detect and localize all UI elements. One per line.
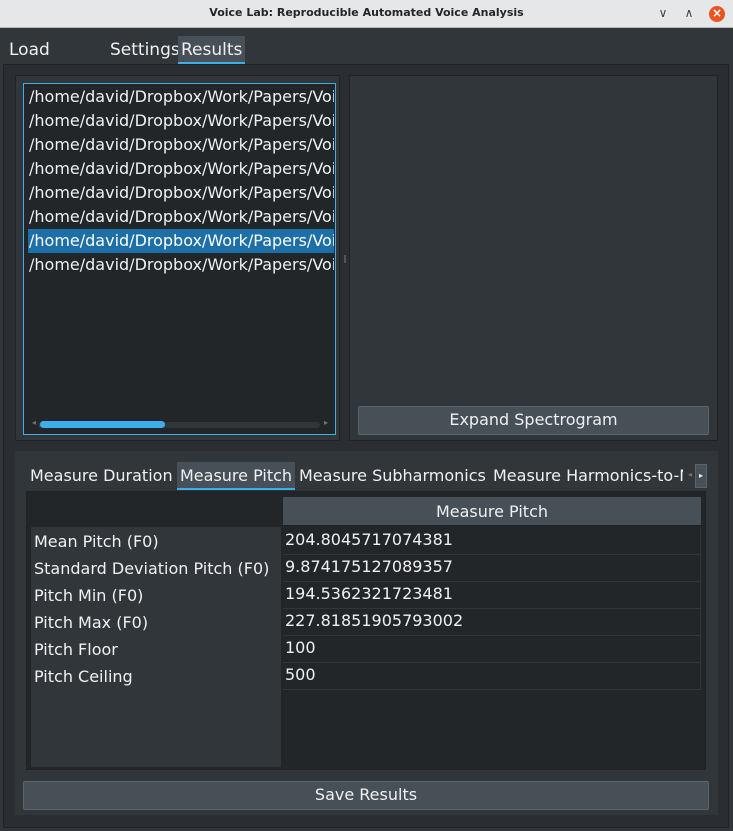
table-cell[interactable]: 227.81851905793002 [283,609,701,636]
tab-scroll-left-icon[interactable]: ◂ [685,464,695,488]
measure-tab-bar: Measure Duration Measure Pitch Measure S… [27,462,707,490]
row-header[interactable]: Pitch Max (F0) [31,609,281,636]
close-icon: × [709,6,725,22]
window-title: Voice Lab: Reproducible Automated Voice … [209,6,524,19]
file-list-item[interactable]: /home/david/Dropbox/Work/Papers/Voice [28,109,334,133]
tab-scroll-right-icon[interactable]: ▸ [695,464,707,488]
file-list-item[interactable]: /home/david/Dropbox/Work/Papers/Voice [28,157,334,181]
tab-settings[interactable]: Settings [107,36,183,64]
scrollbar-thumb[interactable] [40,421,165,428]
minimize-icon[interactable]: ∨ [654,4,672,22]
tab-results[interactable]: Results [178,36,246,64]
row-header[interactable]: Pitch Floor [31,636,281,663]
save-results-button[interactable]: Save Results [23,781,709,810]
expand-spectrogram-button[interactable]: Expand Spectrogram [358,406,709,435]
row-header[interactable]: Pitch Ceiling [31,663,281,690]
file-list[interactable]: /home/david/Dropbox/Work/Papers/Voice /h… [23,83,336,435]
table-cell[interactable]: 204.8045717074381 [283,528,701,555]
file-list-item-selected[interactable]: /home/david/Dropbox/Work/Papers/Voice [28,229,334,253]
maximize-icon[interactable]: ∧ [680,4,698,22]
horizontal-scrollbar[interactable]: ◂ ▸ [32,418,328,430]
scroll-left-icon[interactable]: ◂ [32,418,36,427]
table-cell[interactable]: 194.5362321723481 [283,582,701,609]
table-cell[interactable]: 500 [283,663,701,690]
table-cell[interactable]: 100 [283,636,701,663]
file-list-item[interactable]: /home/david/Dropbox/Work/Papers/Voice [28,181,334,205]
table-corner [31,497,281,526]
file-list-item[interactable]: /home/david/Dropbox/Work/Papers/Voice [28,85,334,109]
tab-measure-pitch[interactable]: Measure Pitch [177,462,296,490]
table-cell[interactable]: 9.874175127089357 [283,555,701,582]
tab-measure-duration[interactable]: Measure Duration [27,462,176,490]
row-header[interactable]: Standard Deviation Pitch (F0) [31,555,281,582]
tab-measure-subharmonics[interactable]: Measure Subharmonics [296,462,489,490]
file-list-item[interactable]: /home/david/Dropbox/Work/Papers/Voice [28,205,334,229]
file-list-item[interactable]: /home/david/Dropbox/Work/Papers/Voice [28,133,334,157]
scroll-right-icon[interactable]: ▸ [324,418,328,427]
tab-load-voices[interactable]: Load Voices [6,36,67,88]
file-list-item[interactable]: /home/david/Dropbox/Work/Papers/Voice [28,253,334,277]
tab-measure-harmonics-to-noise[interactable]: Measure Harmonics-to-Noise [490,462,683,490]
spectrogram-panel [349,75,718,441]
splitter-handle[interactable] [344,255,346,263]
column-header[interactable]: Measure Pitch [283,497,701,526]
close-button[interactable]: × [708,4,726,22]
row-header[interactable]: Pitch Min (F0) [31,582,281,609]
window-titlebar: Voice Lab: Reproducible Automated Voice … [0,0,733,28]
row-header[interactable]: Mean Pitch (F0) [31,528,281,555]
